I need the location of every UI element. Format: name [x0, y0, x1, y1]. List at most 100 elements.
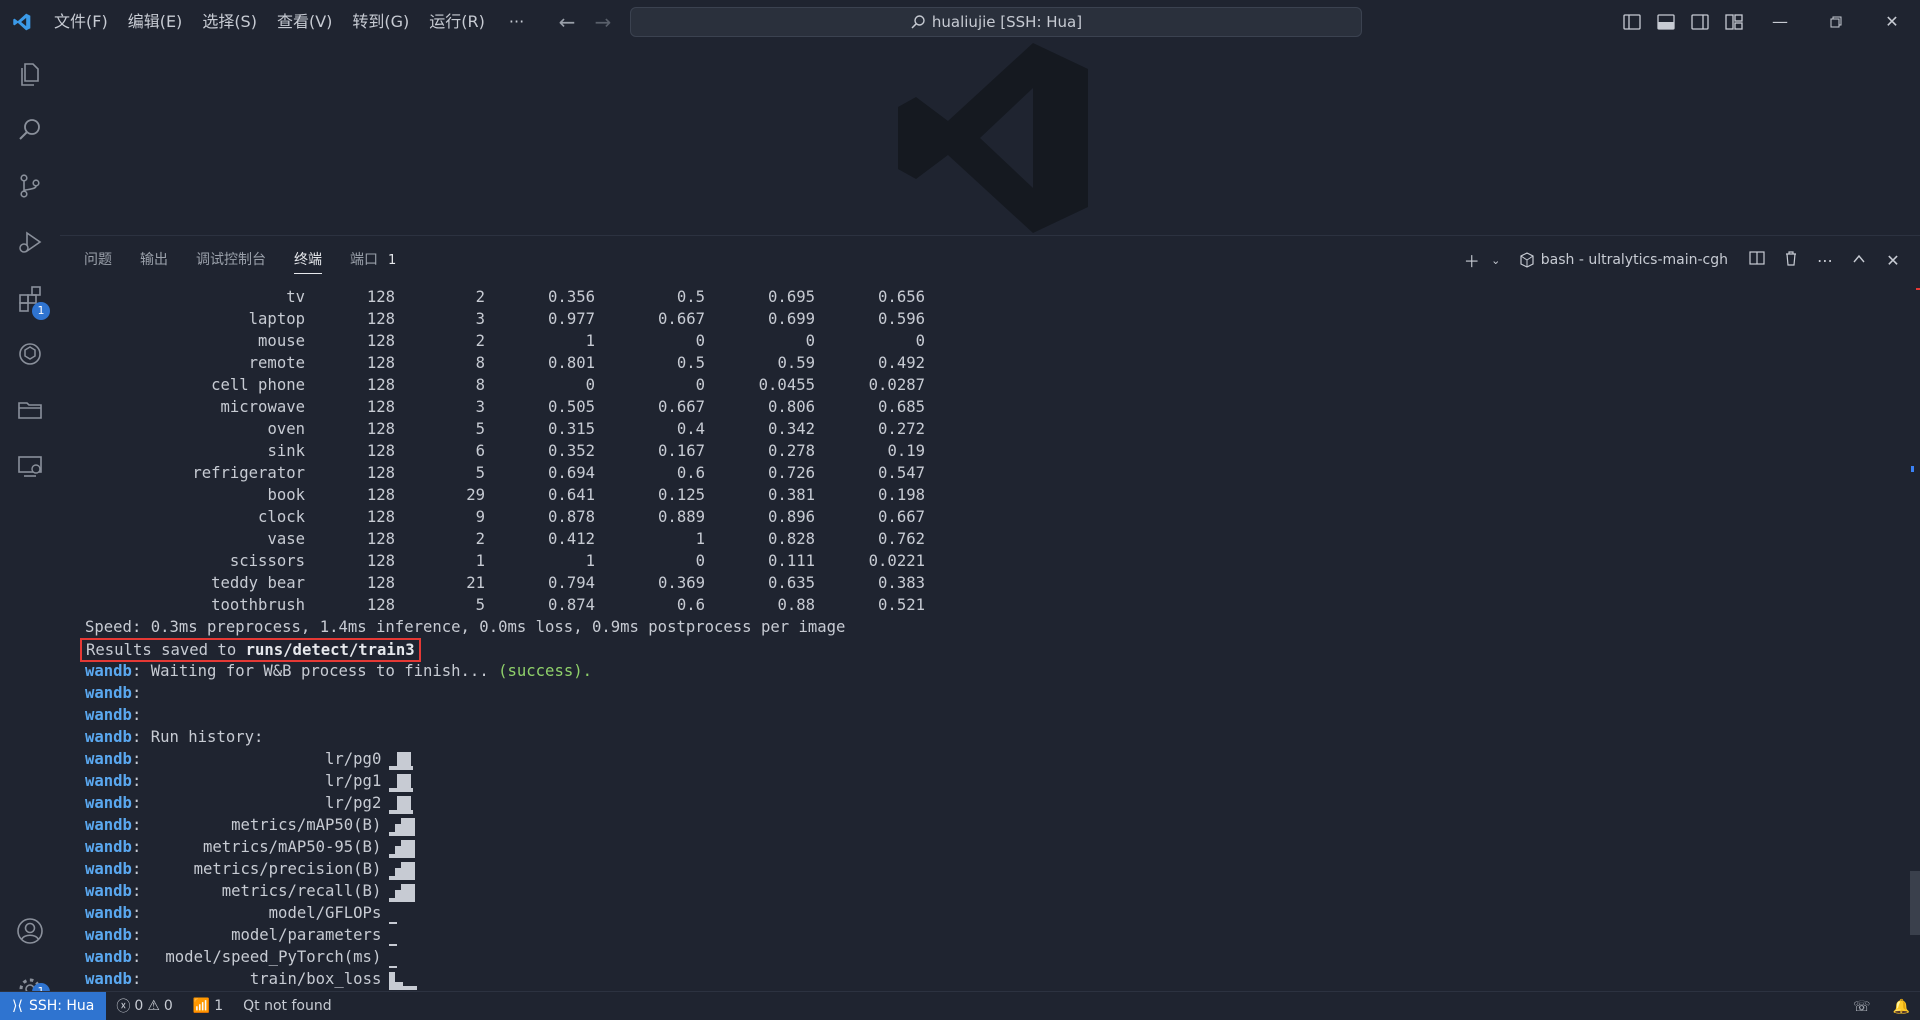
feedback-icon[interactable]: ☏: [1853, 999, 1871, 1015]
speed-line: Speed: 0.3ms preprocess, 1.4ms inference…: [85, 618, 846, 636]
wandb-history-line: wandb: lr/pg1: [85, 770, 1885, 792]
ai-assistant-icon[interactable]: [0, 326, 60, 382]
more-actions-icon[interactable]: ⋯: [1814, 251, 1836, 270]
table-cell: 9: [475, 508, 485, 526]
trash-icon[interactable]: [1780, 250, 1802, 270]
table-cell: 0: [695, 332, 705, 350]
table-cell: 128: [366, 574, 395, 592]
explorer-icon[interactable]: [0, 46, 60, 102]
table-cell: teddy bear: [211, 574, 305, 592]
minimize-icon[interactable]: —: [1752, 0, 1808, 43]
table-cell: 5: [475, 596, 485, 614]
remote-explorer-icon[interactable]: [0, 438, 60, 494]
run-and-debug-icon[interactable]: [0, 214, 60, 270]
tab-debug-console[interactable]: 调试控制台: [196, 236, 266, 284]
history-sparkline: [389, 840, 416, 858]
terminal-scrollbar-thumb[interactable]: [1910, 871, 1920, 935]
table-cell: 0.667: [658, 310, 705, 328]
new-terminal-plus-icon[interactable]: ＋: [1461, 248, 1483, 272]
history-sparkline: [389, 922, 398, 924]
account-icon[interactable]: [0, 903, 60, 959]
table-row: sink 128 6 0.352 0.167 0.278 0.19: [85, 440, 1885, 462]
table-cell: 0.369: [658, 574, 705, 592]
table-cell: remote: [248, 354, 305, 372]
sparkline-bar: [403, 986, 418, 990]
command-center-search[interactable]: hualiujie [SSH: Hua]: [630, 7, 1362, 37]
terminal-selector[interactable]: bash - ultralytics-main-cgh: [1519, 252, 1728, 268]
table-cell: 0.0455: [758, 376, 815, 394]
table-row: laptop 128 3 0.977 0.667 0.699 0.596: [85, 308, 1885, 330]
colon: :: [131, 904, 142, 922]
customize-layout-icon[interactable]: [1722, 10, 1746, 34]
menu-more-button[interactable]: ···: [495, 12, 538, 31]
table-cell: oven: [267, 420, 305, 438]
close-icon[interactable]: ✕: [1864, 0, 1920, 43]
extensions-icon[interactable]: 1: [0, 270, 60, 326]
split-terminal-icon[interactable]: [1746, 250, 1768, 270]
wandb-prefix: wandb: [85, 926, 132, 944]
table-cell: 0.641: [548, 486, 595, 504]
remote-indicator[interactable]: ⟩⟨ SSH: Hua: [0, 991, 107, 1020]
menu-view[interactable]: 查看(V): [267, 7, 342, 37]
forward-arrow-icon[interactable]: →: [592, 10, 614, 34]
search-icon: [911, 15, 925, 29]
problems-status[interactable]: ⓧ 0 ⚠ 0: [106, 996, 182, 1016]
table-cell: scissors: [229, 552, 305, 570]
restore-icon[interactable]: [1808, 0, 1864, 43]
history-sparkline: [389, 966, 398, 968]
maximize-panel-chevron-up-icon[interactable]: [1848, 251, 1870, 270]
close-panel-icon[interactable]: ✕: [1882, 251, 1904, 270]
table-cell: 0.896: [768, 508, 815, 526]
results-prefix: Results saved to: [86, 641, 246, 659]
search-icon[interactable]: [0, 102, 60, 158]
notifications-bell-icon[interactable]: 🔔: [1893, 999, 1910, 1015]
table-row: toothbrush 128 5 0.874 0.6 0.88 0.521: [85, 594, 1885, 616]
terminal-output[interactable]: tv 128 2 0.356 0.5 0.695 0.656 laptop 128 3 0.977 0…: [80, 286, 1885, 990]
history-metric-label: metrics/mAP50-95(B): [202, 838, 382, 856]
tab-terminal[interactable]: 终端: [294, 236, 322, 284]
menu-edit[interactable]: 编辑(E): [118, 7, 193, 37]
warning-count: 0: [163, 998, 173, 1014]
tab-problems[interactable]: 问题: [84, 236, 112, 284]
colon: :: [131, 926, 142, 944]
table-cell: 128: [366, 552, 395, 570]
qt-status[interactable]: Qt not found: [233, 998, 341, 1014]
table-cell: 0.874: [548, 596, 595, 614]
table-cell: 0.59: [777, 354, 815, 372]
table-cell: 128: [366, 596, 395, 614]
colon: :: [131, 794, 142, 812]
table-cell: 29: [466, 486, 485, 504]
menu-file[interactable]: 文件(F): [44, 7, 118, 37]
colon: :: [131, 728, 142, 746]
tab-ports[interactable]: 端口: [350, 236, 378, 284]
results-highlight-box: Results saved to runs/detect/train3: [80, 638, 421, 662]
menu-bar: 文件(F) 编辑(E) 选择(S) 查看(V) 转到(G) 运行(R) ···: [44, 0, 538, 43]
back-arrow-icon[interactable]: ←: [556, 10, 578, 34]
sparkline-bar: [389, 972, 396, 990]
source-control-icon[interactable]: [0, 158, 60, 214]
toggle-panel-icon[interactable]: [1654, 10, 1678, 34]
table-cell: 0.828: [768, 530, 815, 548]
folder-icon[interactable]: [0, 382, 60, 438]
colon: :: [131, 662, 142, 680]
table-cell: 0.667: [658, 398, 705, 416]
table-cell: 0.6: [676, 596, 705, 614]
menu-go[interactable]: 转到(G): [342, 7, 419, 37]
ports-status[interactable]: 📶 1: [183, 998, 233, 1014]
table-cell: 1: [585, 332, 595, 350]
table-cell: tv: [286, 288, 305, 306]
toggle-primary-sidebar-icon[interactable]: [1620, 10, 1644, 34]
table-cell: 1: [695, 530, 705, 548]
error-icon: ⓧ: [116, 999, 131, 1015]
wandb-success-text: (success).: [498, 662, 592, 680]
table-cell: 0.412: [548, 530, 595, 548]
tab-output[interactable]: 输出: [140, 236, 168, 284]
menu-selection[interactable]: 选择(S): [192, 7, 267, 37]
table-cell: 128: [366, 310, 395, 328]
menu-run[interactable]: 运行(R): [419, 7, 495, 37]
table-row: vase 128 2 0.412 1 0.828 0.762: [85, 528, 1885, 550]
chevron-down-icon[interactable]: ⌄: [1485, 254, 1507, 267]
toggle-secondary-sidebar-icon[interactable]: [1688, 10, 1712, 34]
table-cell: sink: [267, 442, 305, 460]
scrollbar-marker: [1916, 288, 1920, 290]
